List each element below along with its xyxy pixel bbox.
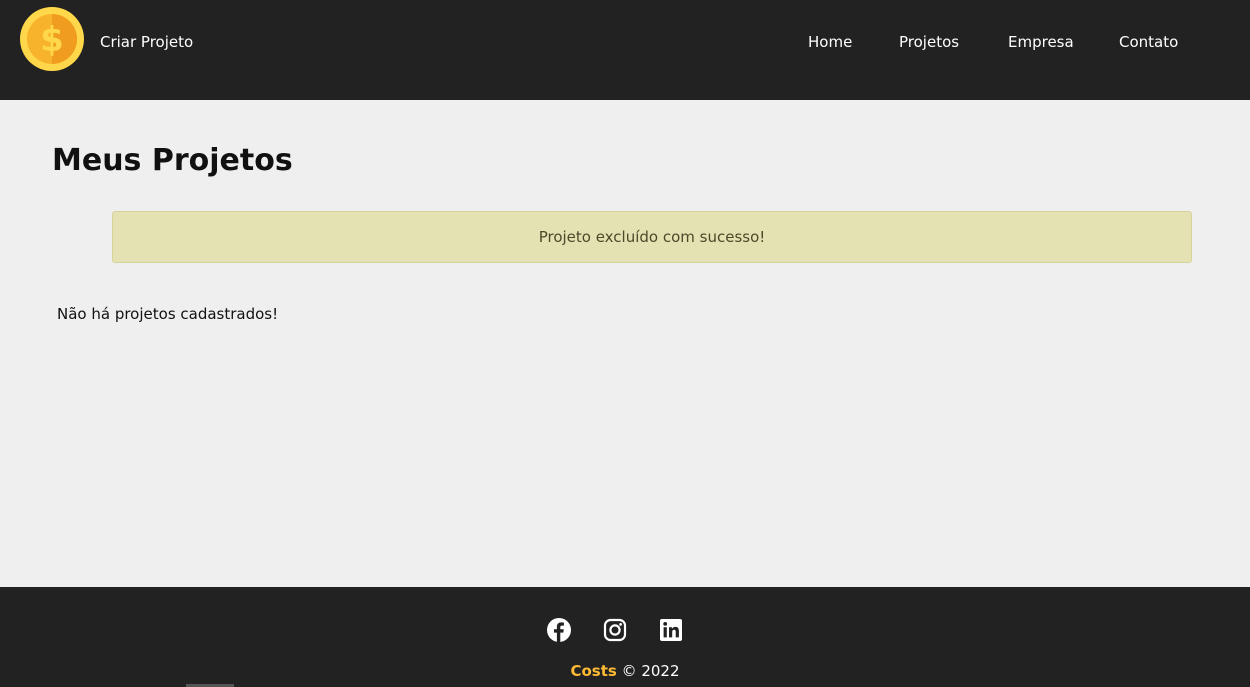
nav-link-company[interactable]: Empresa [1008, 32, 1074, 52]
main-nav: Home Projetos Empresa Contato [0, 32, 1250, 52]
linkedin-link[interactable] [659, 618, 683, 642]
nav-link-contact[interactable]: Contato [1119, 32, 1178, 52]
success-message-text: Projeto excluído com sucesso! [538, 228, 766, 246]
linkedin-icon [660, 619, 682, 641]
facebook-link[interactable] [547, 618, 571, 642]
page-title: Meus Projetos [52, 143, 293, 178]
facebook-icon [547, 618, 571, 642]
empty-state-text: Não há projetos cadastrados! [57, 305, 279, 323]
copyright: Costs © 2022 [0, 661, 1250, 681]
brand-name: Costs [570, 662, 617, 680]
nav-link-projects[interactable]: Projetos [899, 32, 959, 52]
instagram-link[interactable] [603, 618, 627, 642]
success-message: Projeto excluído com sucesso! [112, 211, 1192, 263]
instagram-icon [603, 618, 627, 642]
nav-link-home[interactable]: Home [808, 32, 852, 52]
navbar: $ Criar Projeto Home Projetos Empresa Co… [0, 0, 1250, 100]
copyright-year: © 2022 [621, 662, 680, 680]
